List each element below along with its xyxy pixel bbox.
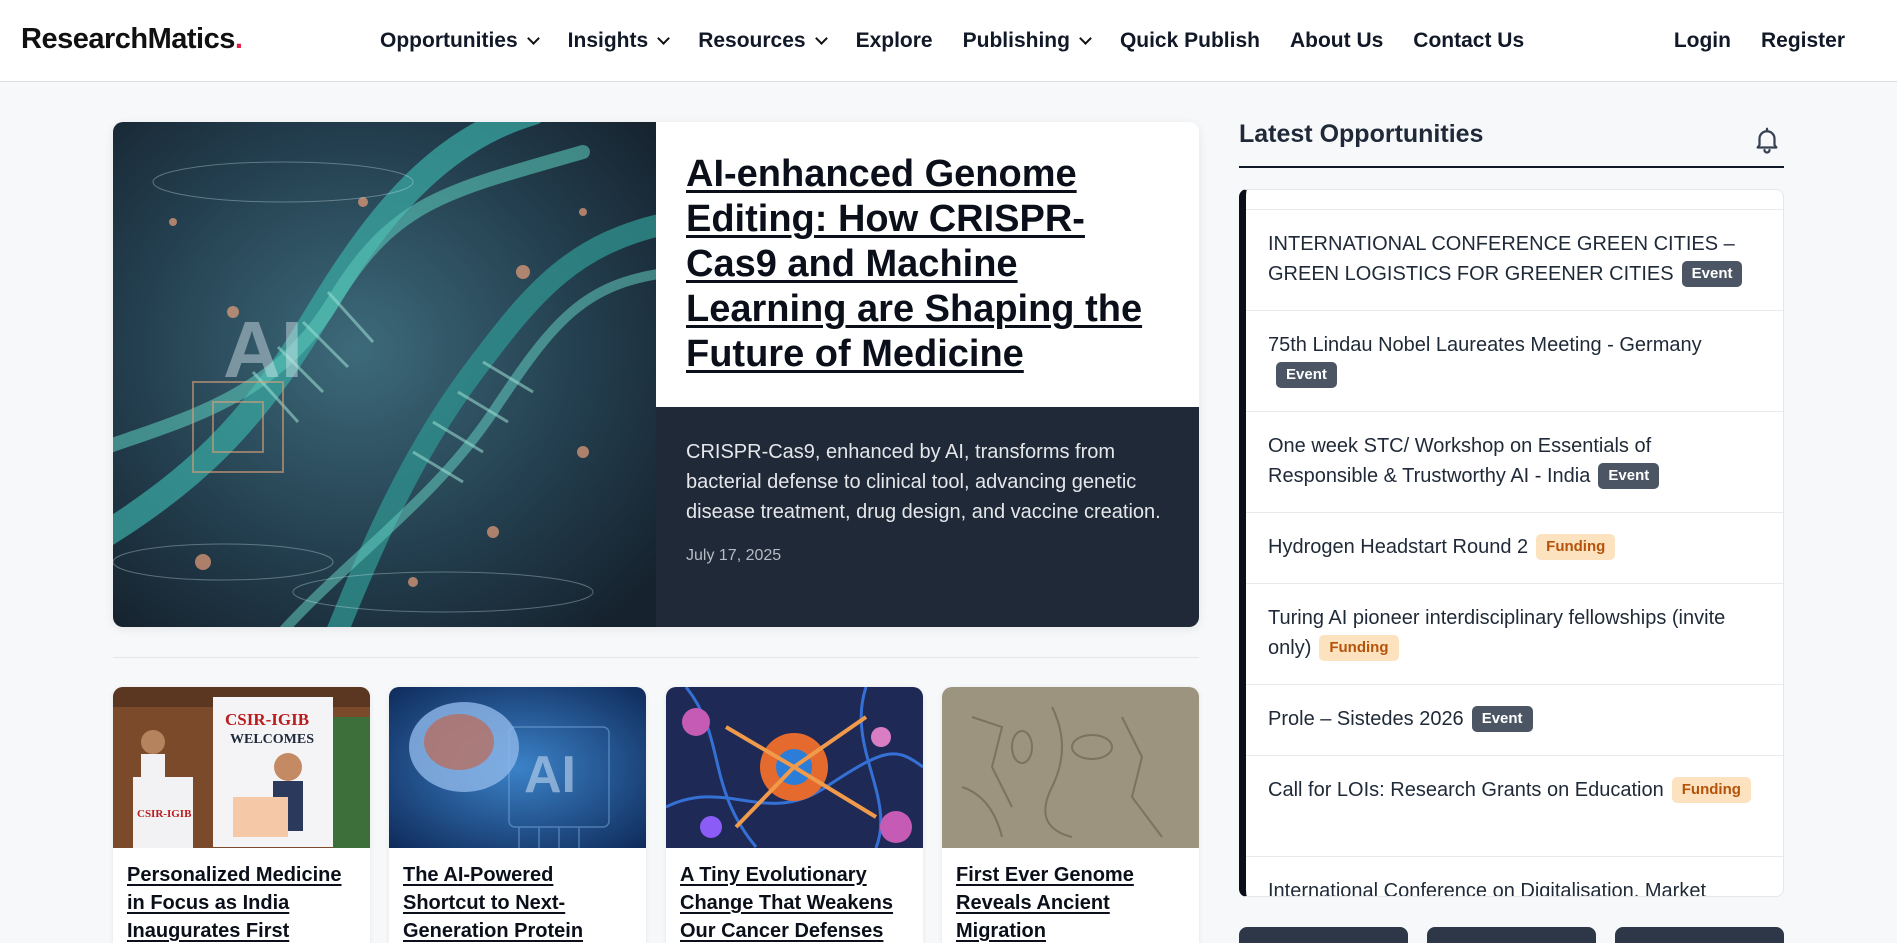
opportunity-title: Prole – Sistedes 2026 [1268, 708, 1464, 730]
site-header: ResearchMatics. Opportunities Insights R… [0, 0, 1897, 82]
bell-icon[interactable] [1752, 124, 1782, 156]
main-nav: Opportunities Insights Resources Explore… [380, 0, 1554, 82]
sidebar-title-rule [1239, 166, 1784, 168]
list-spacer [1246, 190, 1783, 210]
opportunity-item[interactable]: International Conference on Digitalisati… [1246, 857, 1783, 897]
card-image-text: AI [524, 746, 576, 804]
featured-article-description: CRISPR-Cas9, enhanced by AI, transforms … [686, 441, 1161, 523]
opportunity-item[interactable]: Prole – Sistedes 2026 Event [1246, 685, 1783, 756]
article-card[interactable]: CSIR-IGIB WELCOMES CSIR-IGIB Personalize… [113, 687, 370, 943]
opportunity-title: Call for LOIs: Research Grants on Educat… [1268, 779, 1664, 801]
article-card[interactable]: AI The AI-Powered Shortcut to Next-Gener… [389, 687, 646, 943]
auth-links: Login Register [1644, 0, 1845, 82]
funding-badge: Funding [1319, 634, 1399, 661]
featured-article-summary-panel: CRISPR-Cas9, enhanced by AI, transforms … [656, 407, 1199, 627]
event-badge: Event [1681, 260, 1743, 287]
featured-article-title-panel: AI-enhanced Genome Editing: How CRISPR-C… [656, 122, 1199, 407]
opportunity-item[interactable]: Hydrogen Headstart Round 2 Funding [1246, 513, 1783, 584]
opportunity-title: INTERNATIONAL CONFERENCE GREEN CITIES – … [1268, 233, 1735, 285]
opportunity-title: 75th Lindau Nobel Laureates Meeting - Ge… [1268, 334, 1702, 356]
sidebar-action-button[interactable] [1427, 927, 1596, 943]
login-link[interactable]: Login [1674, 29, 1731, 53]
nav-label: About Us [1289, 29, 1384, 52]
nav-about-us[interactable]: About Us [1290, 29, 1383, 53]
nav-explore[interactable]: Explore [856, 29, 933, 53]
sidebar-action-button[interactable] [1239, 927, 1408, 943]
nav-label: Publishing [962, 29, 1070, 52]
article-card-title[interactable]: Personalized Medicine in Focus as India … [113, 848, 370, 943]
opportunity-item[interactable]: 75th Lindau Nobel Laureates Meeting - Ge… [1246, 311, 1783, 412]
event-badge: Event [1598, 462, 1660, 489]
nav-label: Resources [698, 29, 806, 52]
opportunity-item[interactable]: Turing AI pioneer interdisciplinary fell… [1246, 584, 1783, 685]
chevron-down-icon [814, 32, 828, 45]
event-badge: Event [1471, 705, 1533, 732]
chevron-down-icon [526, 32, 540, 45]
sidebar-title: Latest Opportunities [1239, 120, 1484, 148]
register-link[interactable]: Register [1761, 29, 1845, 53]
hero-image-text: AI [223, 305, 303, 394]
featured-article[interactable]: AI AI-enhanced Genome Editing: How CRISP… [113, 122, 1199, 627]
featured-article-title[interactable]: AI-enhanced Genome Editing: How CRISPR-C… [686, 152, 1169, 377]
nav-contact-us[interactable]: Contact Us [1413, 29, 1524, 53]
nav-publishing[interactable]: Publishing [962, 29, 1092, 53]
card-image-text: CSIR-IGIB [225, 710, 309, 729]
section-divider [113, 657, 1199, 658]
nav-resources[interactable]: Resources [698, 29, 828, 53]
site-logo[interactable]: ResearchMatics. [21, 23, 243, 56]
sidebar-action-button[interactable] [1615, 927, 1784, 943]
opportunity-item[interactable]: Call for LOIs: Research Grants on Educat… [1246, 756, 1783, 857]
featured-article-image: AI [113, 122, 656, 627]
nav-label: Insights [567, 29, 649, 52]
opportunity-title: International Conference on Digitalisati… [1268, 880, 1707, 897]
article-card-image [666, 687, 923, 848]
funding-badge: Funding [1671, 776, 1751, 803]
opportunity-title: One week STC/ Workshop on Essentials of … [1268, 435, 1652, 487]
event-badge: Event [1276, 361, 1337, 388]
article-card[interactable]: A Tiny Evolutionary Change That Weakens … [666, 687, 923, 943]
nav-label: Explore [855, 29, 933, 52]
brand-name: ResearchMatics [21, 23, 235, 55]
nav-label: Opportunities [380, 29, 518, 52]
nav-opportunities[interactable]: Opportunities [380, 29, 540, 53]
nav-label: Quick Publish [1119, 29, 1260, 52]
opportunity-item[interactable]: One week STC/ Workshop on Essentials of … [1246, 412, 1783, 513]
article-card-title[interactable]: A Tiny Evolutionary Change That Weakens … [666, 848, 923, 943]
nav-quick-publish[interactable]: Quick Publish [1120, 29, 1260, 53]
article-card[interactable]: First Ever Genome Reveals Ancient Migrat… [942, 687, 1199, 943]
article-card-image: AI [389, 687, 646, 848]
card-image-text: CSIR-IGIB [137, 808, 192, 820]
chevron-down-icon [657, 32, 671, 45]
article-card-title[interactable]: The AI-Powered Shortcut to Next-Generati… [389, 848, 646, 943]
article-card-image: CSIR-IGIB WELCOMES CSIR-IGIB [113, 687, 370, 848]
funding-badge: Funding [1536, 533, 1616, 560]
chevron-down-icon [1079, 32, 1092, 45]
featured-article-date: July 17, 2025 [686, 547, 782, 564]
brand-dot: . [234, 23, 243, 55]
opportunity-item[interactable]: INTERNATIONAL CONFERENCE GREEN CITIES – … [1246, 210, 1783, 311]
opportunities-list[interactable]: INTERNATIONAL CONFERENCE GREEN CITIES – … [1239, 189, 1784, 897]
card-image-text: WELCOMES [230, 732, 314, 747]
nav-insights[interactable]: Insights [567, 29, 671, 53]
nav-label: Contact Us [1413, 29, 1525, 52]
article-card-title[interactable]: First Ever Genome Reveals Ancient Migrat… [942, 848, 1199, 943]
opportunity-title: Hydrogen Headstart Round 2 [1268, 536, 1529, 558]
article-card-image [942, 687, 1199, 848]
